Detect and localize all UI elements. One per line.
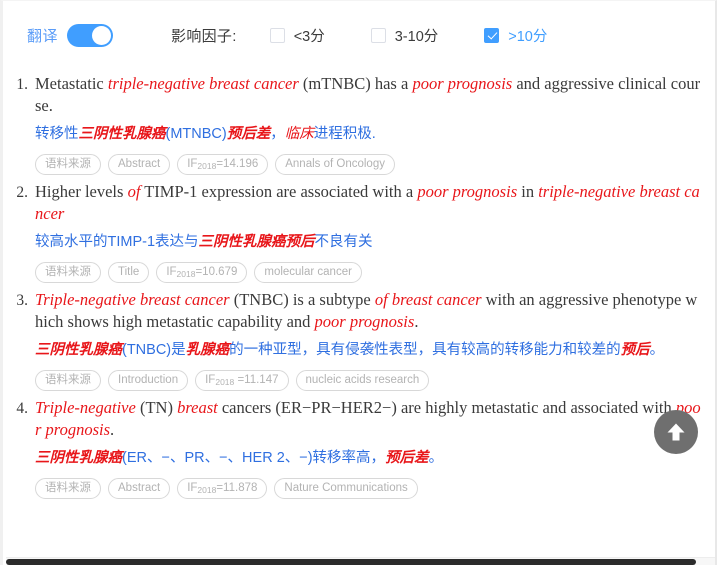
impact-filter-1[interactable]: <3分 [269,25,325,46]
arrow-up-icon [667,423,685,441]
impact-filter-label: <3分 [293,28,325,45]
chip-journal[interactable]: molecular cancer [254,262,362,283]
chip-subscript: 2018 [197,485,217,495]
chip-text: IF [187,482,198,494]
result-item: 1. Metastatic triple-negative breast canc… [13,67,702,175]
impact-filter-3[interactable]: >10分 [484,25,547,46]
result-sentence-zh: 三阴性乳腺癌(TNBC)是乳腺癌的一种亚型，具有侵袭性表型，具有较高的转移能力和… [35,342,665,358]
checkbox-icon[interactable] [269,27,285,43]
result-index: 2. [16,184,28,201]
chip-source-label[interactable]: 语料来源 [35,370,101,391]
scrollbar-thumb[interactable] [6,559,696,565]
result-meta-chips: 语料来源 Abstract IF2018=11.878 Nature Communic… [35,478,702,499]
chip-source-label[interactable]: 语料来源 [35,478,101,499]
checkbox-icon[interactable] [370,27,386,43]
result-item: 2. Higher levels of TIMP-1 expression are… [13,175,702,283]
app-root: 翻译 影响因子: <3分 3-10分 >10分 1. Metastatic tripl… [0,0,717,565]
chip-suffix: =11.878 [216,482,258,494]
chip-impact-factor[interactable]: IF2018=11.878 [177,478,268,499]
chip-section[interactable]: Title [108,262,150,283]
chip-text: IF [166,266,177,278]
result-sentence-zh: 较高水平的TIMP-1表达与三阴性乳腺癌预后不良有关 [35,234,373,250]
impact-filter-label: >10分 [508,28,548,45]
result-sentence-en: Metastatic triple-negative breast cancer… [35,74,701,115]
chip-subscript: 2018 [176,269,196,279]
result-sentence-zh: 三阴性乳腺癌(ER、−、PR、−、HER 2、−)转移率高，预后差。 [35,450,444,466]
checkbox-checked-icon[interactable] [484,27,500,43]
impact-factor-label: 影响因子: [171,27,237,45]
result-sentence-en: Higher levels of TIMP-1 expression are a… [35,182,700,223]
chip-impact-factor[interactable]: IF2018=14.196 [177,154,269,175]
chip-journal[interactable]: Nature Communications [274,478,418,499]
chip-source-label[interactable]: 语料来源 [35,154,101,175]
chip-suffix: =10.679 [195,266,238,278]
chip-section[interactable]: Abstract [108,154,171,175]
result-sentence-en: Triple-negative breast cancer (TNBC) is … [35,290,698,331]
translate-label: 翻译 [27,27,59,45]
result-item: 3. Triple-negative breast cancer (TNBC) i… [13,283,702,391]
chip-text: IF [187,158,198,170]
horizontal-scrollbar[interactable] [6,557,715,565]
result-meta-chips: 语料来源 Abstract IF2018=14.196 Annals of Oncol… [35,154,702,175]
toggle-knob [92,25,112,45]
impact-filter-label: 3-10分 [394,28,439,45]
result-index: 1. [16,76,28,93]
translate-toggle[interactable] [67,23,114,47]
result-index: 4. [16,400,28,417]
result-item: 4. Triple-negative (TN) breast cancers (E… [13,391,702,499]
chip-suffix: =11.147 [234,374,279,386]
impact-filter-2[interactable]: 3-10分 [370,25,439,46]
chip-impact-factor[interactable]: IF2018 =11.147 [195,370,289,391]
chip-impact-factor[interactable]: IF2018=10.679 [156,262,248,283]
chip-text: IF [205,374,216,386]
chip-section[interactable]: Abstract [108,478,171,499]
result-meta-chips: 语料来源 Introduction IF2018 =11.147 nucleic ac… [35,370,702,391]
chip-subscript: 2018 [197,161,217,171]
chip-source-label[interactable]: 语料来源 [35,262,101,283]
result-index: 3. [16,292,28,309]
result-meta-chips: 语料来源 Title IF2018=10.679 molecular cancer [35,262,702,283]
impact-factor-filters: <3分 3-10分 >10分 [269,25,547,46]
result-sentence-zh: 转移性三阴性乳腺癌(MTNBC)预后差，临床进程积极. [35,126,376,142]
results-list: 1. Metastatic triple-negative breast canc… [3,67,715,499]
chip-subscript: 2018 [215,377,235,387]
filter-toolbar: 翻译 影响因子: <3分 3-10分 >10分 [3,11,715,59]
back-to-top-button[interactable] [654,410,698,454]
chip-section[interactable]: Introduction [108,370,189,391]
result-sentence-en: Triple-negative (TN) breast cancers (ER−… [35,398,701,439]
chip-suffix: =14.196 [216,158,259,170]
chip-journal[interactable]: nucleic acids research [295,370,430,391]
chip-journal[interactable]: Annals of Oncology [275,154,395,175]
